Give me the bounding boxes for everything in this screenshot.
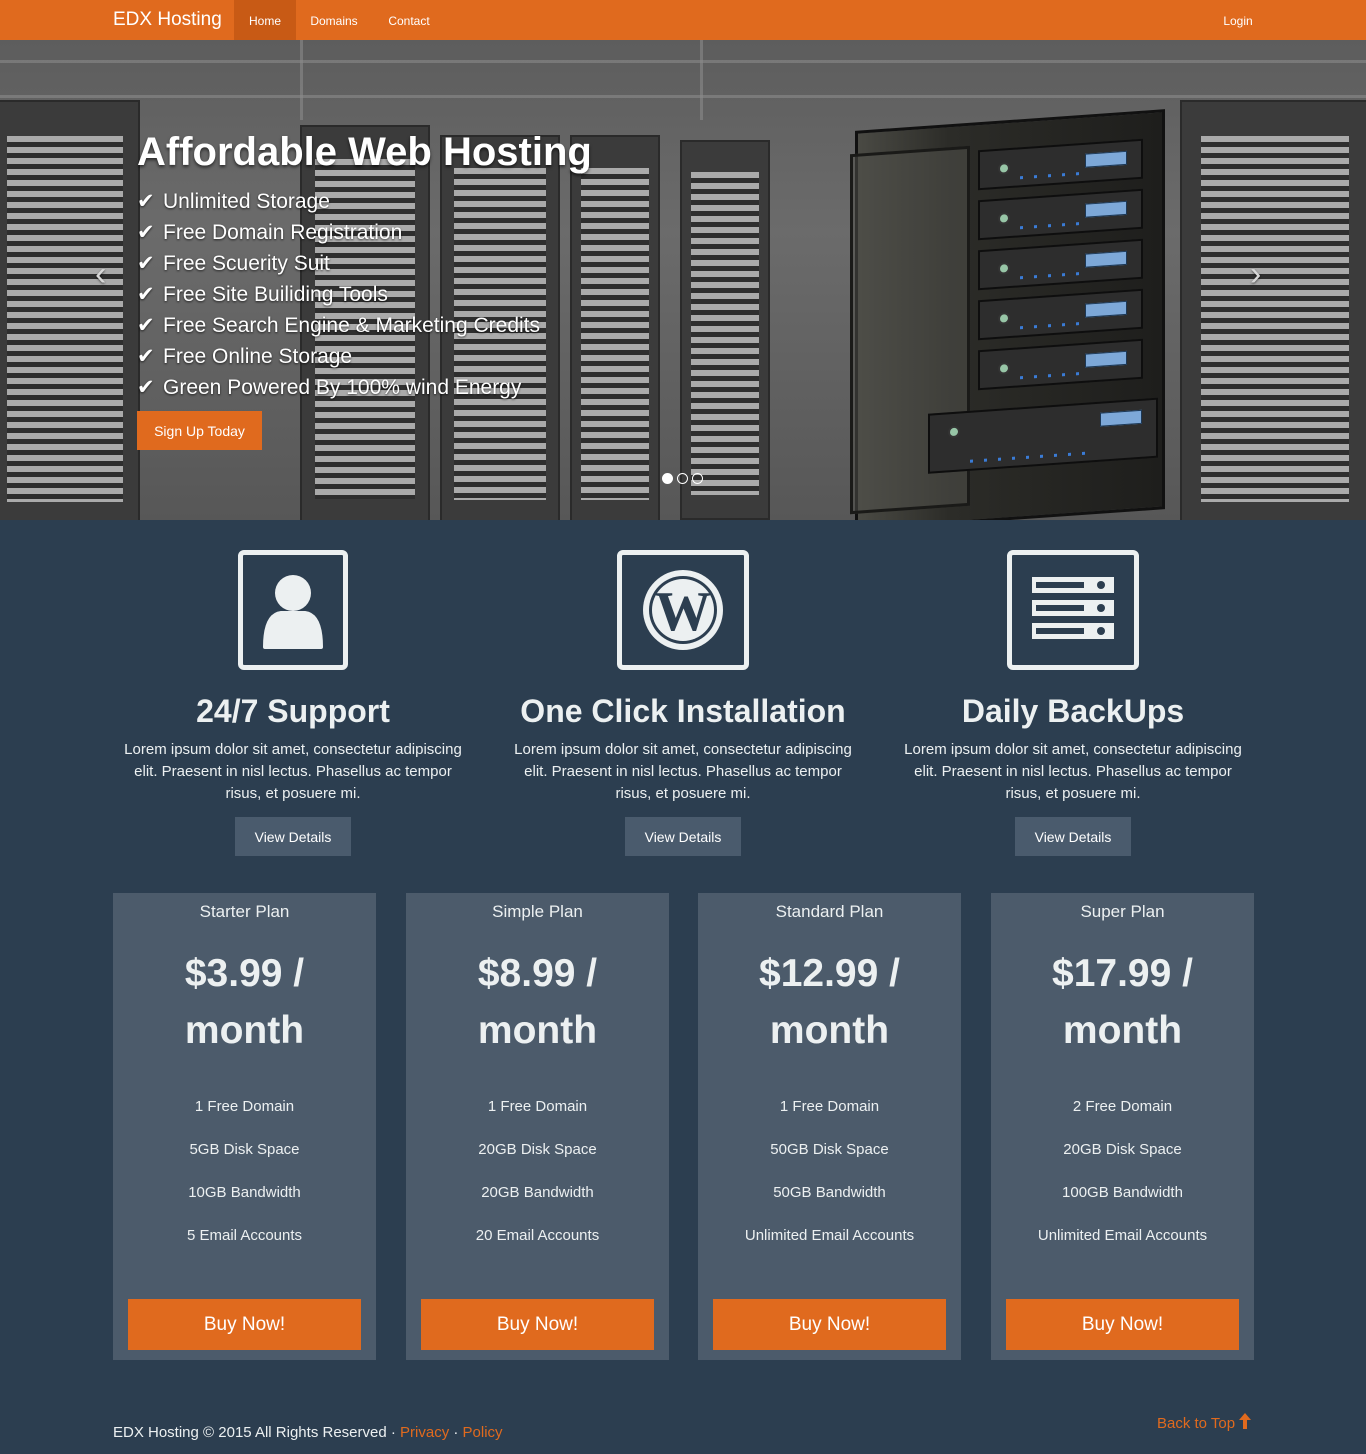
chevron-right-icon[interactable]: ›: [1250, 255, 1261, 294]
plan-feature: 1 Free Domain: [194, 1098, 295, 1115]
plan-feature: 20GB Disk Space: [478, 1141, 597, 1158]
plan-feature: 20GB Disk Space: [1063, 1141, 1182, 1158]
server-rack-image: [850, 109, 1165, 520]
hero-feature-item: ✔ Free Site Builiding Tools: [137, 279, 540, 310]
wordpress-icon: W: [617, 550, 749, 670]
view-details-button[interactable]: View Details: [625, 817, 741, 856]
back-to-top-link[interactable]: Back to Top: [1157, 1413, 1252, 1432]
plan-name: Super Plan: [1080, 902, 1165, 921]
buy-now-button[interactable]: Buy Now!: [421, 1299, 654, 1350]
plan-name: Standard Plan: [775, 902, 884, 921]
feature-description: Lorem ipsum dolor sit amet, consectetur …: [514, 741, 852, 802]
check-icon: ✔: [137, 252, 155, 275]
buy-now-button[interactable]: Buy Now!: [713, 1299, 946, 1350]
check-icon: ✔: [137, 190, 155, 213]
hero-feature-item: ✔ Free Domain Registration: [137, 217, 540, 248]
plan-price: $3.99 / month: [184, 952, 305, 1052]
hero-feature-item: ✔ Green Powered By 100% wind Energy: [137, 372, 540, 403]
nav-home[interactable]: Home: [234, 0, 296, 40]
plan-feature: 50GB Bandwidth: [773, 1184, 886, 1201]
plan-feature: Unlimited Email Accounts: [1037, 1227, 1208, 1244]
plan-name: Simple Plan: [492, 902, 583, 921]
plan-card-standard: Standard Plan $12.99 / month 1 Free Doma…: [698, 893, 961, 1360]
plan-price: $17.99 / month: [1052, 952, 1193, 1052]
plan-feature-list: 1 Free Domain 5GB Disk Space 10GB Bandwi…: [113, 1085, 376, 1257]
policy-link[interactable]: Policy: [463, 1424, 503, 1441]
copyright-text: EDX Hosting © 2015 All Rights Reserved ·: [113, 1424, 401, 1441]
feature-title: Daily BackUps: [961, 693, 1185, 729]
plan-feature: 5GB Disk Space: [189, 1141, 300, 1158]
hero-feature-list: ✔ Unlimited Storage ✔ Free Domain Registra…: [137, 186, 540, 403]
feature-title: 24/7 Support: [196, 693, 390, 729]
plan-feature: 2 Free Domain: [1072, 1098, 1173, 1115]
plan-feature: 50GB Disk Space: [770, 1141, 889, 1158]
plan-feature: 100GB Bandwidth: [1062, 1184, 1183, 1201]
plan-feature: 1 Free Domain: [779, 1098, 880, 1115]
check-icon: ✔: [137, 345, 155, 368]
arrow-up-icon: [1239, 1413, 1252, 1429]
plan-price: $12.99 / month: [759, 952, 900, 1052]
plan-feature: 5 Email Accounts: [186, 1227, 303, 1244]
svg-text:W: W: [655, 581, 711, 643]
plan-feature-list: 1 Free Domain 50GB Disk Space 50GB Bandw…: [698, 1085, 961, 1257]
carousel-indicator-3[interactable]: [692, 473, 703, 484]
nav-domains[interactable]: Domains: [298, 0, 370, 40]
plan-feature: Unlimited Email Accounts: [744, 1227, 915, 1244]
carousel-indicator-2[interactable]: [677, 473, 688, 484]
check-icon: ✔: [137, 221, 155, 244]
brand-logo[interactable]: EDX Hosting: [113, 0, 222, 40]
buy-now-button[interactable]: Buy Now!: [1006, 1299, 1239, 1350]
hero-feature-item: ✔ Free Online Storage: [137, 341, 540, 372]
feature-description: Lorem ipsum dolor sit amet, consectetur …: [124, 741, 462, 802]
signup-button[interactable]: Sign Up Today: [137, 411, 262, 450]
carousel-indicator-1[interactable]: [662, 473, 673, 484]
feature-backups: Daily BackUps Lorem ipsum dolor sit amet…: [893, 550, 1253, 856]
plan-feature: 1 Free Domain: [487, 1098, 588, 1115]
carousel-indicators: [662, 473, 703, 484]
back-to-top-label: Back to Top: [1157, 1415, 1236, 1432]
plan-card-super: Super Plan $17.99 / month 2 Free Domain …: [991, 893, 1254, 1360]
feature-one-click: W One Click Installation Lorem ipsum dol…: [503, 550, 863, 856]
plan-feature: 20 Email Accounts: [475, 1227, 600, 1244]
footer-separator: ·: [449, 1424, 463, 1441]
plan-feature-list: 1 Free Domain 20GB Disk Space 20GB Bandw…: [406, 1085, 669, 1257]
hero-title: Affordable Web Hosting: [137, 130, 592, 174]
check-icon: ✔: [137, 283, 155, 306]
chevron-left-icon[interactable]: ‹: [95, 255, 106, 294]
plan-name: Starter Plan: [199, 902, 290, 921]
hero-feature-item: ✔ Unlimited Storage: [137, 186, 540, 217]
hero-feature-item: ✔ Free Scuerity Suit: [137, 248, 540, 279]
user-icon: [238, 550, 348, 670]
nav-login[interactable]: Login: [1214, 0, 1262, 40]
plan-card-starter: Starter Plan $3.99 / month 1 Free Domain…: [113, 893, 376, 1360]
hero-carousel: Affordable Web Hosting ✔ Unlimited Storag…: [0, 40, 1366, 520]
check-icon: ✔: [137, 314, 155, 337]
feature-description: Lorem ipsum dolor sit amet, consectetur …: [904, 741, 1242, 802]
feature-title: One Click Installation: [520, 693, 846, 729]
plan-price: $8.99 / month: [477, 952, 598, 1052]
buy-now-button[interactable]: Buy Now!: [128, 1299, 361, 1350]
plan-feature: 20GB Bandwidth: [481, 1184, 594, 1201]
plan-card-simple: Simple Plan $8.99 / month 1 Free Domain …: [406, 893, 669, 1360]
nav-contact[interactable]: Contact: [372, 0, 446, 40]
navbar: EDX Hosting Home Domains Contact Login: [0, 0, 1366, 40]
view-details-button[interactable]: View Details: [1015, 817, 1131, 856]
plan-feature-list: 2 Free Domain 20GB Disk Space 100GB Band…: [991, 1085, 1254, 1257]
feature-support: 24/7 Support Lorem ipsum dolor sit amet,…: [113, 550, 473, 856]
privacy-link[interactable]: Privacy: [400, 1424, 449, 1441]
view-details-button[interactable]: View Details: [235, 817, 351, 856]
hero-feature-item: ✔ Free Search Engine & Marketing Credits: [137, 310, 540, 341]
footer-copyright: EDX Hosting © 2015 All Rights Reserved ·…: [113, 1424, 503, 1441]
server-icon: [1007, 550, 1139, 670]
check-icon: ✔: [137, 376, 155, 399]
plan-feature: 10GB Bandwidth: [188, 1184, 301, 1201]
